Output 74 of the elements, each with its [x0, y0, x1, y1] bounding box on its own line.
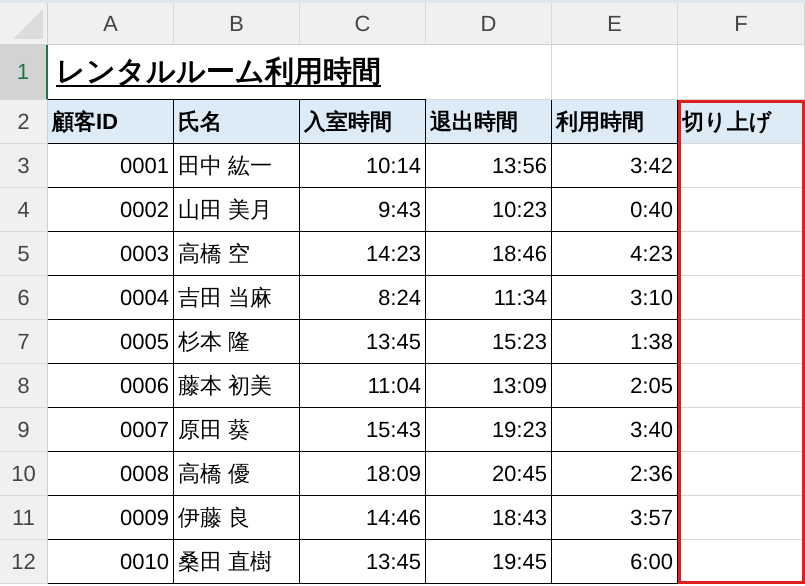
table-cell: 藤本 初美: [174, 364, 300, 408]
column-header[interactable]: F: [678, 3, 805, 45]
table-cell: 18:46: [426, 232, 552, 276]
table-cell: 14:23: [300, 232, 426, 276]
table-cell: 20:45: [426, 452, 552, 496]
column-header[interactable]: D: [426, 3, 552, 45]
table-cell: 8:24: [300, 276, 426, 320]
table-cell: 0002: [48, 188, 174, 232]
row-header[interactable]: 6: [0, 276, 48, 320]
row-header[interactable]: 2: [0, 100, 48, 144]
column-header[interactable]: A: [48, 3, 174, 45]
table-cell: 桑田 直樹: [174, 540, 300, 584]
row-header[interactable]: 12: [0, 540, 48, 584]
table-cell: 0009: [48, 496, 174, 540]
table-cell: 0010: [48, 540, 174, 584]
sheet-title: レンタルルーム利用時間: [56, 55, 381, 90]
table-cell: 0007: [48, 408, 174, 452]
table-cell: 高橋 空: [174, 232, 300, 276]
column-heading: 利用時間: [552, 100, 678, 144]
table-cell: 9:43: [300, 188, 426, 232]
table-cell: 13:09: [426, 364, 552, 408]
table-cell: 15:43: [300, 408, 426, 452]
table-cell: 6:00: [552, 540, 678, 584]
row-header[interactable]: 4: [0, 188, 48, 232]
table-cell: 0005: [48, 320, 174, 364]
column-heading: 氏名: [174, 100, 300, 144]
row-header[interactable]: 3: [0, 144, 48, 188]
table-cell: 高橋 優: [174, 452, 300, 496]
table-cell: 11:34: [426, 276, 552, 320]
table-cell: 11:04: [300, 364, 426, 408]
table-cell: 13:56: [426, 144, 552, 188]
table-cell: 19:45: [426, 540, 552, 584]
column-heading: 退出時間: [426, 100, 552, 144]
table-cell: 18:43: [426, 496, 552, 540]
column-header[interactable]: B: [174, 3, 300, 45]
table-cell: 13:45: [300, 320, 426, 364]
table-cell: 2:36: [552, 452, 678, 496]
row-header[interactable]: 9: [0, 408, 48, 452]
table-cell: 山田 美月: [174, 188, 300, 232]
column-header[interactable]: E: [552, 3, 678, 45]
table-cell: 0006: [48, 364, 174, 408]
row-header[interactable]: 7: [0, 320, 48, 364]
row-header[interactable]: 8: [0, 364, 48, 408]
table-cell: 吉田 当麻: [174, 276, 300, 320]
table-cell: 2:05: [552, 364, 678, 408]
row-header[interactable]: 5: [0, 232, 48, 276]
row-header[interactable]: 1: [0, 45, 48, 100]
table-cell: 13:45: [300, 540, 426, 584]
table-cell: 伊藤 良: [174, 496, 300, 540]
table-cell: 0:40: [552, 188, 678, 232]
table-cell: 原田 葵: [174, 408, 300, 452]
table-cell: 10:23: [426, 188, 552, 232]
table-cell: 19:23: [426, 408, 552, 452]
column-heading: 顧客ID: [48, 100, 174, 144]
column-heading: 入室時間: [300, 100, 426, 144]
row-header[interactable]: 11: [0, 496, 48, 540]
table-cell: 18:09: [300, 452, 426, 496]
table-cell: 0003: [48, 232, 174, 276]
table-cell: 3:57: [552, 496, 678, 540]
row-header[interactable]: 10: [0, 452, 48, 496]
table-cell: 杉本 隆: [174, 320, 300, 364]
table-cell: 3:42: [552, 144, 678, 188]
table-cell: 15:23: [426, 320, 552, 364]
table-cell: 10:14: [300, 144, 426, 188]
table-cell: 1:38: [552, 320, 678, 364]
table-cell: 14:46: [300, 496, 426, 540]
table-cell: 0001: [48, 144, 174, 188]
table-cell: 0008: [48, 452, 174, 496]
table-cell: 0004: [48, 276, 174, 320]
table-cell: 3:40: [552, 408, 678, 452]
table-cell: 4:23: [552, 232, 678, 276]
column-header[interactable]: C: [300, 3, 426, 45]
table-cell: 3:10: [552, 276, 678, 320]
table-cell: 田中 紘一: [174, 144, 300, 188]
